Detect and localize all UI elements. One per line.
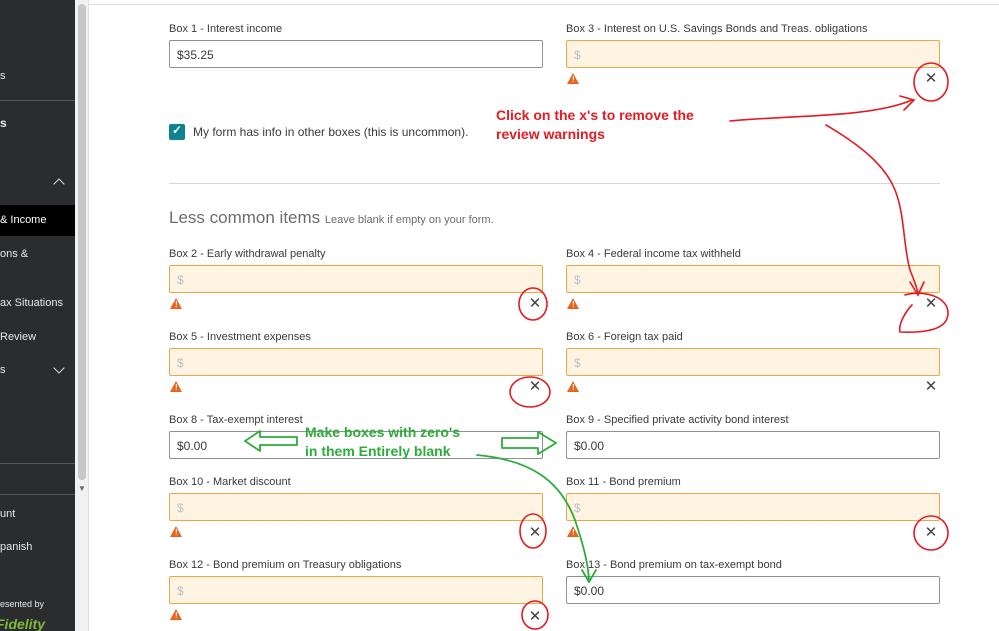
red-circle-annotation [913,515,949,551]
red-annotation-line1: Click on the x's to remove the [496,107,694,123]
green-arrow-annotation [476,454,590,581]
red-circle-annotation [521,600,549,630]
red-circle-annotation [913,62,949,102]
green-arrow-annotation [501,431,557,455]
red-circle-annotation [518,287,548,321]
red-arrow-annotation [729,99,913,122]
red-arrow-annotation [825,124,919,294]
red-annotation-text: Click on the x's to remove the review wa… [496,106,694,144]
app-root: s s & Income ons & ax Situations Review … [0,0,999,631]
green-annotation-line2: in them Entirely blank [305,443,451,459]
red-annotation-line2: review warnings [496,126,605,142]
red-circle-annotation [509,376,551,408]
green-arrow-annotation [244,430,298,452]
red-circle-annotation [519,513,547,549]
red-circle-annotation [898,292,949,333]
green-annotation-text: Make boxes with zero's in them Entirely … [305,423,460,461]
green-annotation-line1: Make boxes with zero's [305,424,461,440]
annotation-overlay [244,62,949,630]
